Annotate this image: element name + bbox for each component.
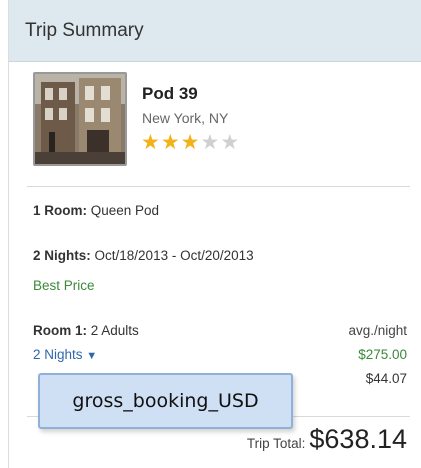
trip-total-amount: $638.14 bbox=[309, 424, 407, 454]
chevron-down-icon[interactable]: ▼ bbox=[86, 350, 97, 362]
hotel-location: New York, NY bbox=[142, 110, 229, 126]
trip-total-label: Trip Total: bbox=[246, 436, 306, 451]
star-rating: ★★★★★ bbox=[141, 130, 240, 155]
stay-dates: 2 Nights: Oct/18/2013 - Oct/20/2013 bbox=[33, 248, 254, 263]
taxes-amount: $44.07 bbox=[365, 371, 407, 386]
star-filled-icon: ★ bbox=[160, 131, 181, 154]
best-price-badge: Best Price bbox=[33, 278, 95, 293]
nights-toggle[interactable]: 2 Nights ▼ bbox=[33, 347, 97, 362]
hotel-photo-image bbox=[35, 74, 125, 164]
nights-toggle-label[interactable]: 2 Nights bbox=[33, 347, 83, 362]
room-type-value: Queen Pod bbox=[90, 203, 160, 218]
field-tooltip: gross_booking_USD bbox=[38, 373, 293, 429]
stay-date-range: Oct/18/2013 - Oct/20/2013 bbox=[94, 248, 254, 263]
room-number-label: Room 1: bbox=[33, 323, 87, 338]
nights-label: 2 Nights: bbox=[33, 248, 91, 263]
hotel-name[interactable]: Pod 39 bbox=[142, 84, 198, 104]
card-header: Trip Summary bbox=[9, 0, 421, 62]
avg-night-label: avg./night bbox=[348, 323, 407, 338]
room-type: 1 Room: Queen Pod bbox=[33, 203, 159, 218]
divider bbox=[27, 186, 410, 187]
tooltip-text: gross_booking_USD bbox=[72, 390, 259, 412]
room-guests: Room 1: 2 Adults bbox=[33, 323, 139, 338]
star-empty-icon: ★ bbox=[220, 131, 241, 154]
card-title: Trip Summary bbox=[25, 20, 144, 41]
star-filled-icon: ★ bbox=[180, 131, 201, 154]
room-guests-value: 2 Adults bbox=[90, 323, 139, 338]
nightly-price: $275.00 bbox=[358, 347, 407, 362]
room-type-label: 1 Room: bbox=[33, 203, 87, 218]
star-empty-icon: ★ bbox=[200, 131, 221, 154]
star-filled-icon: ★ bbox=[141, 131, 161, 154]
hotel-photo[interactable] bbox=[33, 72, 127, 166]
